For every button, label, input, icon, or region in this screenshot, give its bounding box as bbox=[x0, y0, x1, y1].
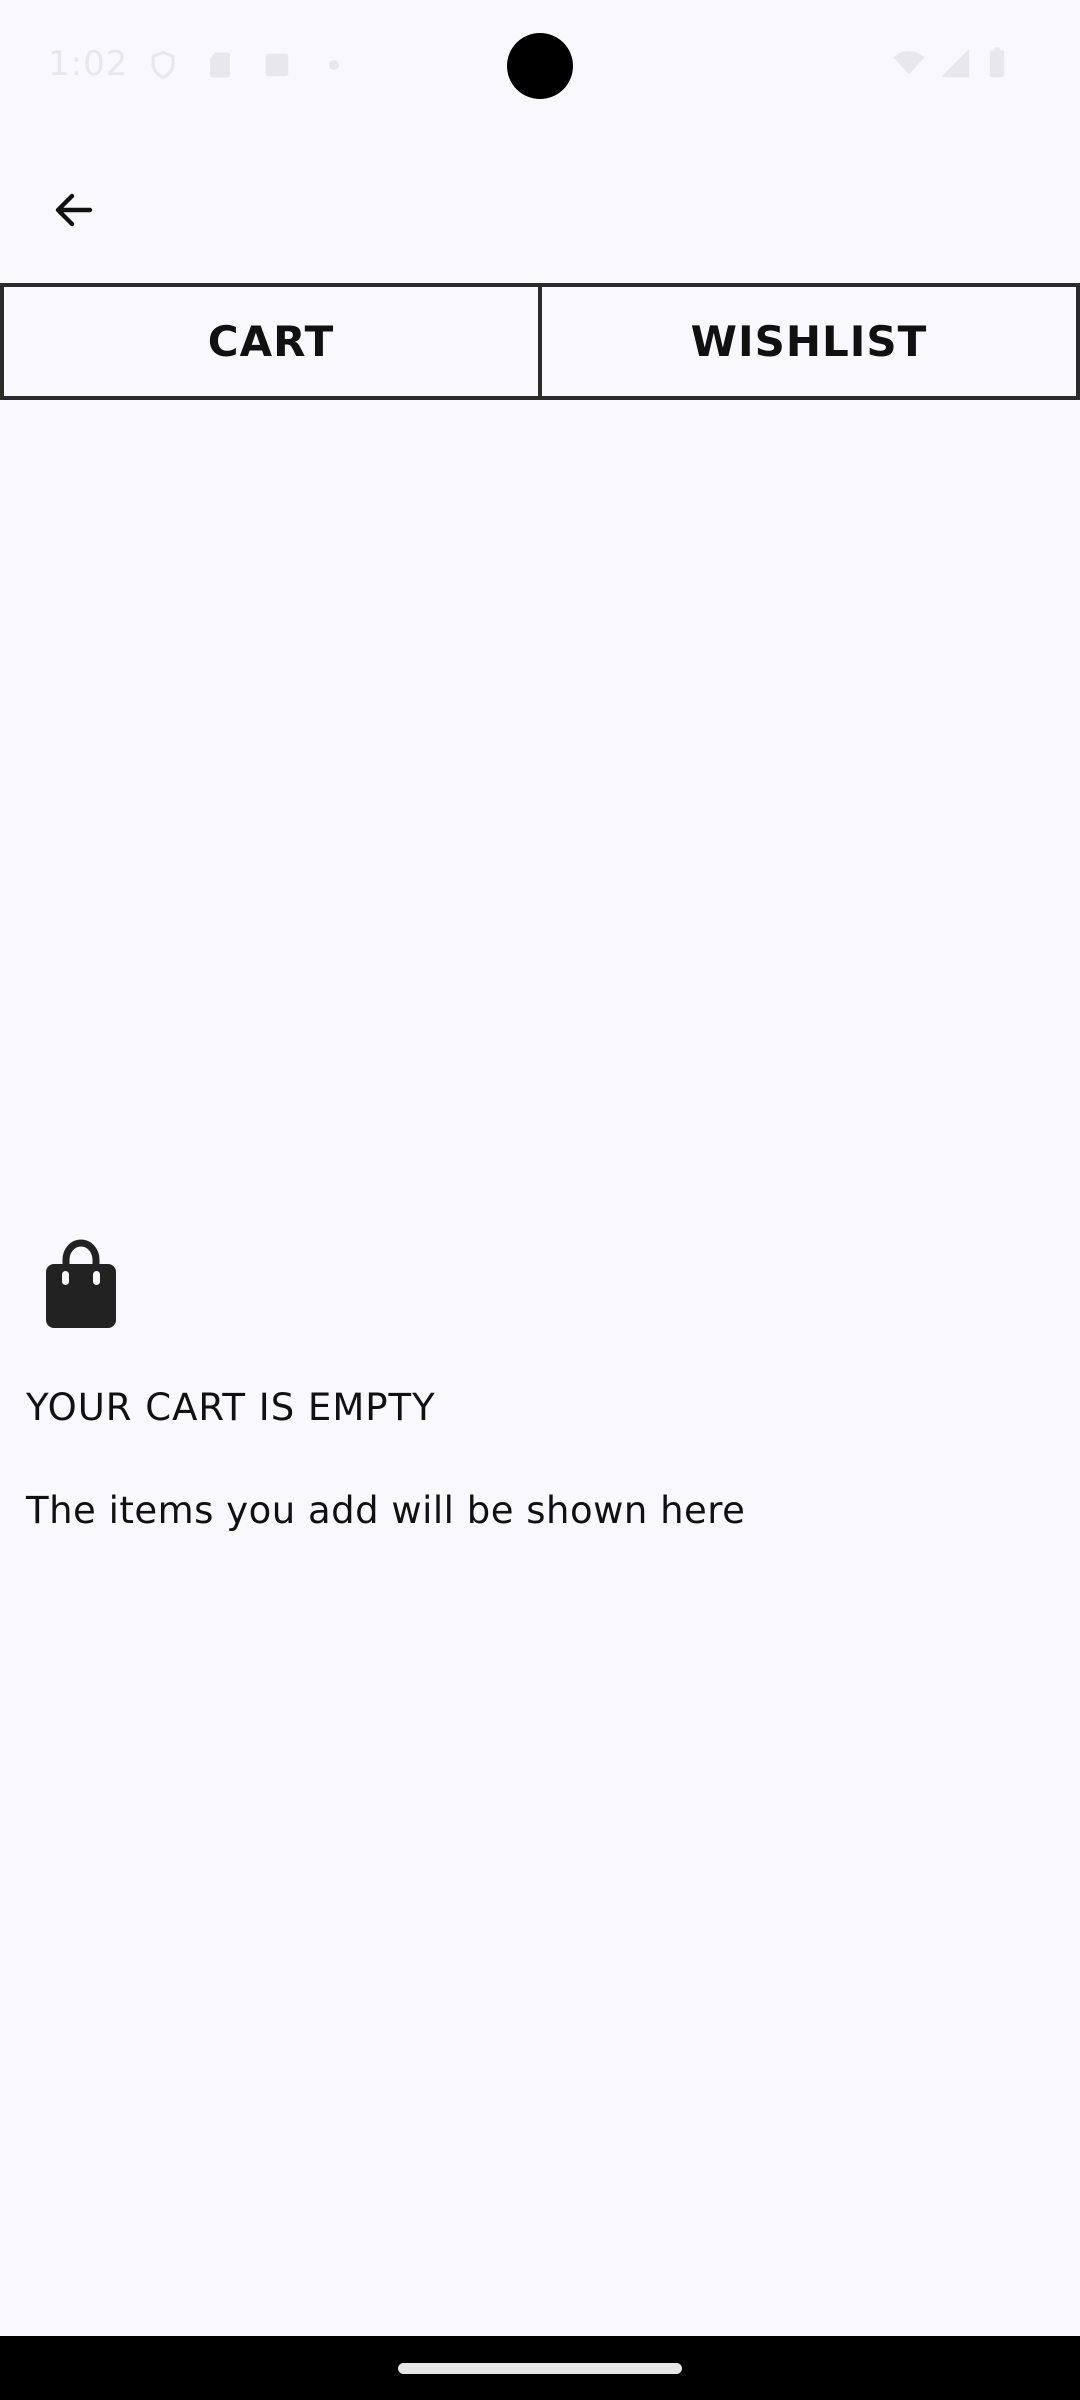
tab-wishlist[interactable]: WISHLIST bbox=[542, 283, 1080, 400]
shopping-bag-icon bbox=[42, 1238, 120, 1330]
system-navigation-bar bbox=[0, 2336, 1080, 2400]
empty-cart-title: YOUR CART IS EMPTY bbox=[26, 1386, 436, 1429]
back-button[interactable] bbox=[34, 172, 114, 252]
battery-icon bbox=[980, 46, 1014, 80]
shield-icon bbox=[148, 50, 178, 80]
cellular-signal-icon bbox=[938, 46, 972, 80]
data-saver-icon bbox=[319, 50, 349, 80]
wifi-icon bbox=[892, 46, 926, 80]
status-time: 1:02 bbox=[48, 44, 129, 84]
image-icon bbox=[262, 50, 292, 80]
arrow-back-icon bbox=[50, 186, 98, 238]
tab-bar: CART WISHLIST bbox=[0, 283, 1080, 400]
empty-cart-subtitle: The items you add will be shown here bbox=[26, 1489, 746, 1532]
empty-cart-state: YOUR CART IS EMPTY The items you add wil… bbox=[26, 1238, 1046, 1532]
status-bar: 1:02 bbox=[0, 0, 1080, 132]
toolbar bbox=[0, 132, 1080, 282]
home-indicator[interactable] bbox=[398, 2363, 682, 2374]
camera-cutout bbox=[507, 33, 573, 99]
tab-cart[interactable]: CART bbox=[0, 283, 542, 400]
sd-card-icon bbox=[205, 50, 235, 80]
